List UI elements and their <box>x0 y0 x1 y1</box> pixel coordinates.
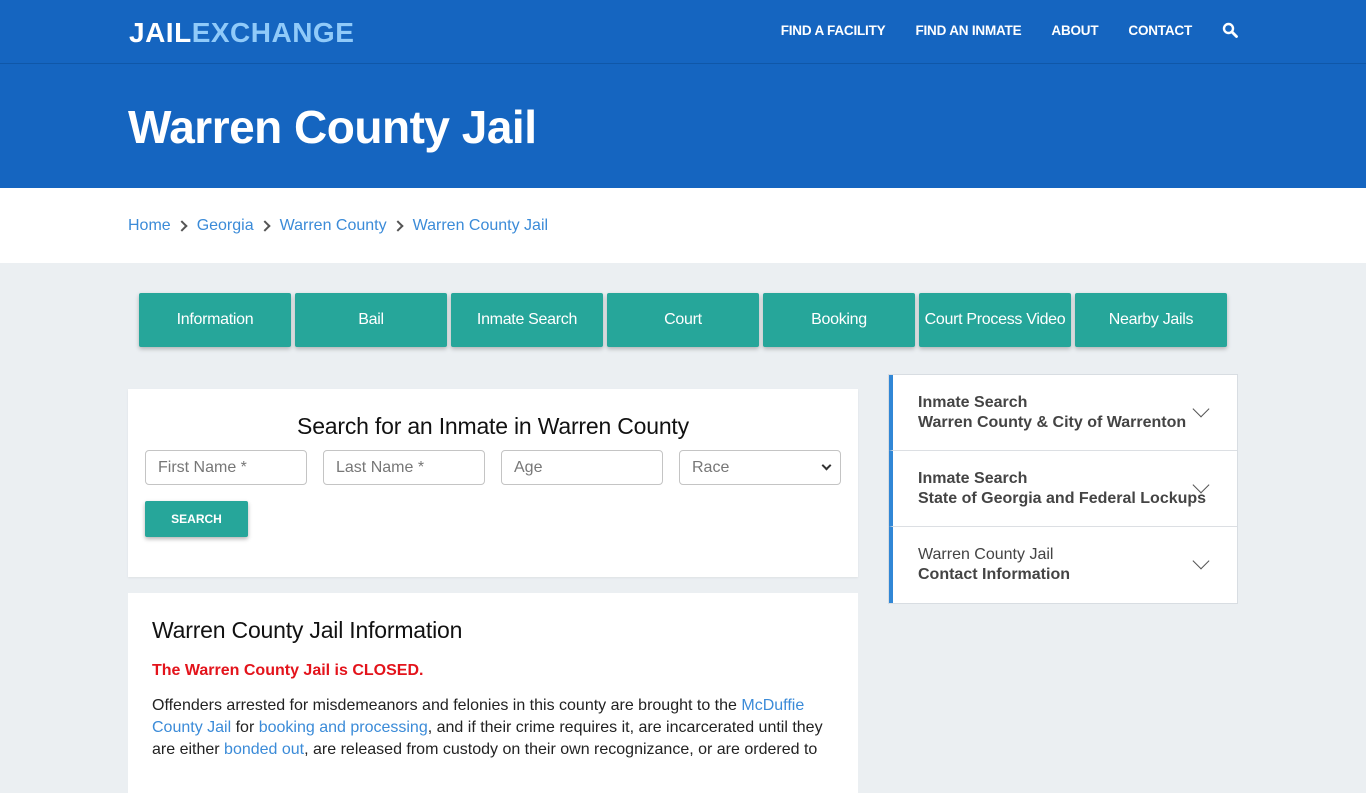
logo-jail: JAIL <box>129 17 192 48</box>
tab-information[interactable]: Information <box>139 293 291 347</box>
nav-about[interactable]: ABOUT <box>1051 23 1098 38</box>
first-name-placeholder: First Name * <box>158 458 247 476</box>
chevron-right-icon <box>258 219 271 232</box>
tab-inmate-search[interactable]: Inmate Search <box>451 293 603 347</box>
info-paragraph: Offenders arrested for misdemeanors and … <box>152 695 834 761</box>
sidebar-accordion: Inmate Search Warren County & City of Wa… <box>888 374 1238 604</box>
breadcrumb: Home Georgia Warren County Warren County… <box>0 188 1366 263</box>
search-icon[interactable] <box>1222 22 1238 38</box>
inmate-search-card: Search for an Inmate in Warren County Fi… <box>128 389 858 577</box>
chevron-down-icon <box>821 460 832 471</box>
nav-find-facility[interactable]: FIND A FACILITY <box>781 23 886 38</box>
breadcrumb-warren-county-jail[interactable]: Warren County Jail <box>413 217 548 235</box>
race-selected-value: Race <box>692 458 730 476</box>
chevron-right-icon <box>391 219 404 232</box>
accordion-title: Inmate Search <box>918 469 1028 487</box>
nav-contact[interactable]: CONTACT <box>1128 23 1192 38</box>
last-name-input[interactable]: Last Name * <box>323 450 485 485</box>
jail-information-card: Warren County Jail Information The Warre… <box>128 593 858 793</box>
tab-court[interactable]: Court <box>607 293 759 347</box>
link-bonded-out[interactable]: bonded out <box>224 741 304 758</box>
hero-banner: Warren County Jail <box>0 64 1366 188</box>
accordion-subtitle: State of Georgia and Federal Lockups <box>918 489 1207 507</box>
text: Offenders arrested for misdemeanors and … <box>152 697 742 714</box>
nav-find-inmate[interactable]: FIND AN INMATE <box>915 23 1021 38</box>
last-name-placeholder: Last Name * <box>336 458 425 476</box>
age-input[interactable]: Age <box>501 450 663 485</box>
section-tabs: Information Bail Inmate Search Court Boo… <box>139 293 1227 347</box>
main-nav: FIND A FACILITY FIND AN INMATE ABOUT CON… <box>751 22 1238 38</box>
accordion-inmate-search-state[interactable]: Inmate Search State of Georgia and Feder… <box>889 451 1237 527</box>
chevron-right-icon <box>176 219 188 232</box>
first-name-input[interactable]: First Name * <box>145 450 307 485</box>
closed-notice: The Warren County Jail is CLOSED. <box>152 662 424 679</box>
tab-court-process-video[interactable]: Court Process Video <box>919 293 1071 347</box>
accordion-title: Warren County Jail <box>918 546 1054 563</box>
accordion-subtitle: Warren County & City of Warrenton <box>918 413 1187 431</box>
page-title: Warren County Jail <box>128 101 537 153</box>
age-placeholder: Age <box>514 458 543 476</box>
link-booking-processing[interactable]: booking and processing <box>259 719 428 736</box>
info-heading: Warren County Jail Information <box>152 617 463 643</box>
tab-nearby-jails[interactable]: Nearby Jails <box>1075 293 1227 347</box>
accordion-inmate-search-county[interactable]: Inmate Search Warren County & City of Wa… <box>889 375 1237 451</box>
breadcrumb-home[interactable]: Home <box>128 217 171 235</box>
search-fields: First Name * Last Name * Age Race <box>145 450 841 485</box>
text: , are released from custody on their own… <box>304 741 818 758</box>
tab-bail[interactable]: Bail <box>295 293 447 347</box>
text: for <box>231 719 259 736</box>
search-card-title: Search for an Inmate in Warren County <box>297 413 689 439</box>
breadcrumb-warren-county[interactable]: Warren County <box>280 217 387 235</box>
accordion-subtitle: Contact Information <box>918 566 1070 583</box>
tab-booking[interactable]: Booking <box>763 293 915 347</box>
site-logo[interactable]: JAILEXCHANGE <box>129 17 354 49</box>
breadcrumb-georgia[interactable]: Georgia <box>197 217 254 235</box>
search-button[interactable]: SEARCH <box>145 501 248 537</box>
top-navbar: JAILEXCHANGE FIND A FACILITY FIND AN INM… <box>0 0 1366 64</box>
accordion-contact-information[interactable]: Warren County Jail Contact Information <box>889 527 1237 603</box>
accordion-title: Inmate Search <box>918 393 1028 411</box>
logo-exchange: EXCHANGE <box>191 17 355 48</box>
race-select[interactable]: Race <box>679 450 841 485</box>
